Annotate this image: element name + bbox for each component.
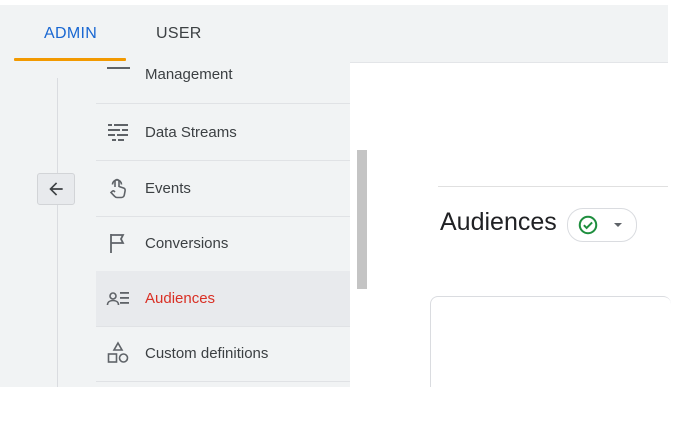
- left-gutter: [0, 62, 96, 387]
- back-button[interactable]: [37, 173, 75, 205]
- sidebar-item-label: Audiences: [145, 290, 216, 307]
- sidebar-item-label: Events: [145, 180, 191, 197]
- tab-user[interactable]: USER: [156, 5, 202, 62]
- audiences-icon: [106, 292, 129, 306]
- gutter-divider: [57, 78, 58, 387]
- check-circle-icon: [578, 215, 598, 235]
- tab-admin[interactable]: ADMIN: [44, 5, 97, 62]
- sidebar-item-label: Management: [145, 66, 233, 83]
- sidebar-item-label: Custom definitions: [145, 345, 269, 362]
- shapes-icon: [107, 341, 129, 363]
- admin-nav: Management Data Streams Events Conversio…: [96, 62, 350, 387]
- nav-scrollbar[interactable]: [357, 150, 367, 289]
- data-streams-icon: [108, 124, 128, 141]
- touch-icon: [109, 178, 126, 199]
- arrow-left-icon: [49, 182, 63, 196]
- sidebar-item-label: Conversions: [145, 235, 229, 252]
- caret-down-icon: [614, 223, 622, 227]
- status-dropdown[interactable]: [567, 208, 637, 242]
- page-title: Audiences: [440, 208, 557, 236]
- flag-icon: [110, 234, 125, 253]
- page-bottom: [0, 387, 688, 423]
- sidebar-item-data-streams[interactable]: Data Streams: [96, 105, 350, 161]
- sidebar-item-conversions[interactable]: Conversions: [96, 216, 350, 272]
- content-card: [430, 296, 671, 397]
- management-icon: [107, 67, 130, 69]
- sidebar-item-management[interactable]: Management: [96, 55, 350, 104]
- sidebar-item-label: Data Streams: [145, 124, 237, 141]
- sidebar-item-events[interactable]: Events: [96, 161, 350, 217]
- section-divider: [438, 186, 668, 187]
- sidebar-item-audiences[interactable]: Audiences: [96, 271, 350, 327]
- sidebar-item-custom-definitions[interactable]: Custom definitions: [96, 326, 350, 382]
